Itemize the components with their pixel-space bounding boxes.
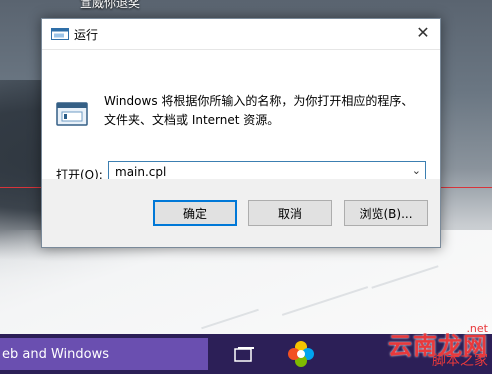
desktop-icon-label[interactable]: 宣威你退奖 bbox=[80, 0, 140, 11]
dialog-description: Windows 将根据你所输入的名称，为你打开相应的程序、 文件夹、文档或 In… bbox=[104, 92, 424, 130]
ok-button[interactable]: 确定 bbox=[153, 200, 237, 226]
dialog-title: 运行 bbox=[74, 28, 99, 42]
watermark-subtext: 脚本之家 bbox=[432, 353, 488, 369]
dialog-button-row: 确定 取消 浏览(B)... bbox=[42, 179, 440, 247]
dialog-titlebar[interactable]: 运行 ✕ bbox=[42, 19, 440, 50]
browse-button[interactable]: 浏览(B)... bbox=[344, 200, 428, 226]
run-window-icon bbox=[51, 28, 69, 40]
description-line: Windows 将根据你所输入的名称，为你打开相应的程序、 bbox=[104, 94, 414, 108]
watermark: .net 云南龙网 脚本之家 bbox=[388, 322, 488, 369]
close-icon: ✕ bbox=[416, 22, 430, 42]
open-input-value[interactable]: main.cpl bbox=[115, 165, 166, 179]
cancel-button[interactable]: 取消 bbox=[248, 200, 332, 226]
run-dialog: 运行 ✕ Windows 将根据你所输入的名称，为你打开相应的程序、 文件夹、文… bbox=[41, 18, 441, 248]
watermark-net: .net bbox=[466, 322, 488, 335]
taskbar-search-box[interactable]: eb and Windows bbox=[0, 338, 208, 370]
close-button[interactable]: ✕ bbox=[406, 19, 440, 45]
description-line: 文件夹、文档或 Internet 资源。 bbox=[104, 113, 280, 127]
photos-app-icon[interactable] bbox=[286, 339, 316, 369]
dropdown-arrow-icon[interactable]: ⌄ bbox=[412, 164, 421, 177]
run-program-icon bbox=[56, 102, 88, 126]
task-view-icon[interactable] bbox=[234, 346, 256, 362]
